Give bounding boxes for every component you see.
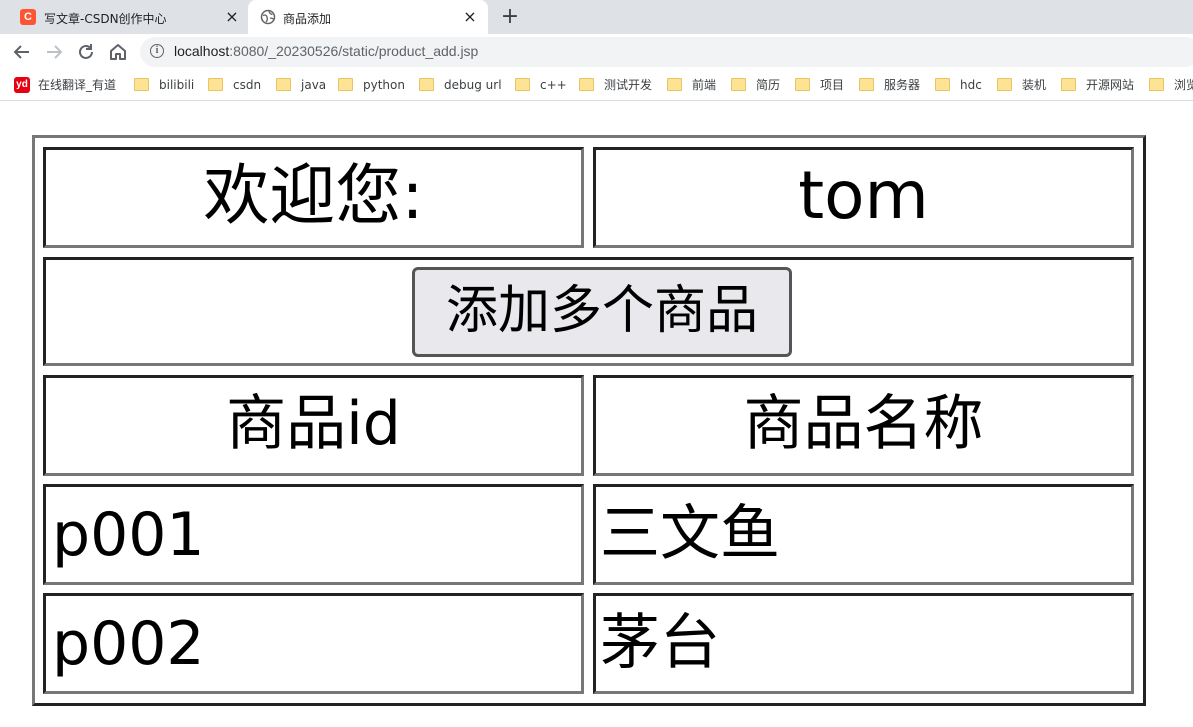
- youdao-icon: yd: [14, 76, 30, 93]
- table-cell: 茅台: [593, 593, 1134, 694]
- folder-icon: [731, 78, 746, 91]
- bookmark-label: debug url: [444, 78, 502, 92]
- bookmark-folder[interactable]: bilibili: [134, 77, 194, 93]
- new-tab-icon[interactable]: +: [499, 6, 521, 28]
- folder-icon: [338, 78, 353, 91]
- folder-icon: [208, 78, 223, 91]
- close-icon[interactable]: ×: [224, 9, 240, 25]
- folder-icon: [859, 78, 874, 91]
- product-id: p001: [52, 500, 205, 570]
- table-cell: p001: [43, 484, 584, 585]
- header-product-name: 商品名称: [743, 389, 984, 459]
- reload-icon[interactable]: [74, 40, 98, 64]
- tab-strip: C 写文章-CSDN创作中心 × 商品添加 × +: [0, 0, 1193, 34]
- bookmark-folder[interactable]: c++: [515, 77, 567, 93]
- close-icon[interactable]: ×: [462, 9, 478, 25]
- product-name: 三文鱼: [600, 499, 780, 569]
- tab-title: 商品添加: [283, 12, 332, 26]
- username: tom: [798, 157, 929, 234]
- table-cell: p002: [43, 593, 584, 694]
- bookmark-label: bilibili: [159, 78, 195, 92]
- bookmark-folder[interactable]: python: [338, 77, 405, 93]
- csdn-icon: C: [20, 9, 36, 25]
- url-host: localhost: [174, 43, 230, 59]
- bookmark-label: c++: [540, 78, 567, 92]
- bookmark-folder[interactable]: 浏览: [1149, 77, 1193, 93]
- bookmark-folder[interactable]: 服务器: [859, 77, 920, 93]
- folder-icon: [1149, 78, 1164, 91]
- tab-csdn[interactable]: C 写文章-CSDN创作中心 ×: [0, 0, 248, 34]
- folder-icon: [419, 78, 434, 91]
- folder-icon: [515, 78, 530, 91]
- folder-icon: [667, 78, 682, 91]
- url-path: :8080/_20230526/static/product_add.jsp: [229, 43, 479, 59]
- folder-icon: [935, 78, 950, 91]
- bookmark-folder[interactable]: java: [276, 77, 326, 93]
- bookmark-folder[interactable]: csdn: [208, 77, 261, 93]
- product-id: p002: [52, 609, 205, 679]
- bookmark-label: 简历: [756, 78, 781, 92]
- bookmark-label: 开源网站: [1086, 78, 1135, 92]
- bookmark-label: java: [301, 78, 327, 92]
- folder-icon: [134, 78, 149, 91]
- bookmark-label: 项目: [820, 78, 845, 92]
- bookmark-folder[interactable]: 开源网站: [1061, 77, 1134, 93]
- product-table: 欢迎您: tom 添加多个商品 商品id 商品名称 p001 三文鱼 p002 …: [32, 135, 1146, 706]
- bookmark-label: 装机: [1022, 78, 1047, 92]
- bookmark-label: hdc: [960, 78, 982, 92]
- bookmark-label: 前端: [692, 78, 717, 92]
- home-icon[interactable]: [106, 40, 130, 64]
- table-header-cell: 商品名称: [593, 375, 1134, 476]
- bookmark-label: 测试开发: [604, 78, 653, 92]
- add-button-cell: 添加多个商品: [43, 257, 1134, 366]
- globe-icon: [260, 9, 276, 25]
- bookmark-youdao[interactable]: yd 在线翻译_有道: [14, 76, 117, 93]
- header-product-id: 商品id: [226, 389, 401, 459]
- forward-icon[interactable]: [42, 40, 66, 64]
- folder-icon: [997, 78, 1012, 91]
- bookmark-folder[interactable]: 项目: [795, 77, 844, 93]
- address-bar[interactable]: i localhost:8080/_20230526/static/produc…: [140, 37, 1193, 67]
- bookmark-folder[interactable]: 简历: [731, 77, 780, 93]
- bookmark-folder[interactable]: hdc: [935, 77, 982, 93]
- bookmark-label: 在线翻译_有道: [38, 78, 117, 92]
- bookmark-label: 服务器: [884, 78, 921, 92]
- url-text: localhost:8080/_20230526/static/product_…: [174, 43, 478, 59]
- tab-title: 写文章-CSDN创作中心: [44, 12, 167, 26]
- bookmark-folder[interactable]: 前端: [667, 77, 716, 93]
- info-icon[interactable]: i: [150, 44, 164, 58]
- folder-icon: [795, 78, 810, 91]
- back-icon[interactable]: [10, 40, 34, 64]
- welcome-label: 欢迎您:: [203, 157, 424, 234]
- bookmark-label: 浏览: [1174, 78, 1193, 92]
- username-cell: tom: [593, 147, 1134, 248]
- bookmark-folder[interactable]: debug url: [419, 77, 502, 93]
- table-header-cell: 商品id: [43, 375, 584, 476]
- bookmark-folder[interactable]: 装机: [997, 77, 1046, 93]
- bookmarks-bar: yd 在线翻译_有道 bilibili csdn java python debu…: [0, 70, 1193, 101]
- bookmark-label: csdn: [233, 78, 262, 92]
- add-products-button[interactable]: 添加多个商品: [412, 267, 792, 357]
- tab-product-add[interactable]: 商品添加 ×: [248, 0, 488, 34]
- folder-icon: [579, 78, 594, 91]
- welcome-label-cell: 欢迎您:: [43, 147, 584, 248]
- folder-icon: [276, 78, 291, 91]
- bookmark-label: python: [363, 78, 405, 92]
- table-cell: 三文鱼: [593, 484, 1134, 585]
- page-content: 欢迎您: tom 添加多个商品 商品id 商品名称 p001 三文鱼 p002 …: [0, 101, 1193, 727]
- bookmark-folder[interactable]: 测试开发: [579, 77, 652, 93]
- toolbar: i localhost:8080/_20230526/static/produc…: [0, 34, 1193, 70]
- folder-icon: [1061, 78, 1076, 91]
- product-name: 茅台: [600, 608, 720, 678]
